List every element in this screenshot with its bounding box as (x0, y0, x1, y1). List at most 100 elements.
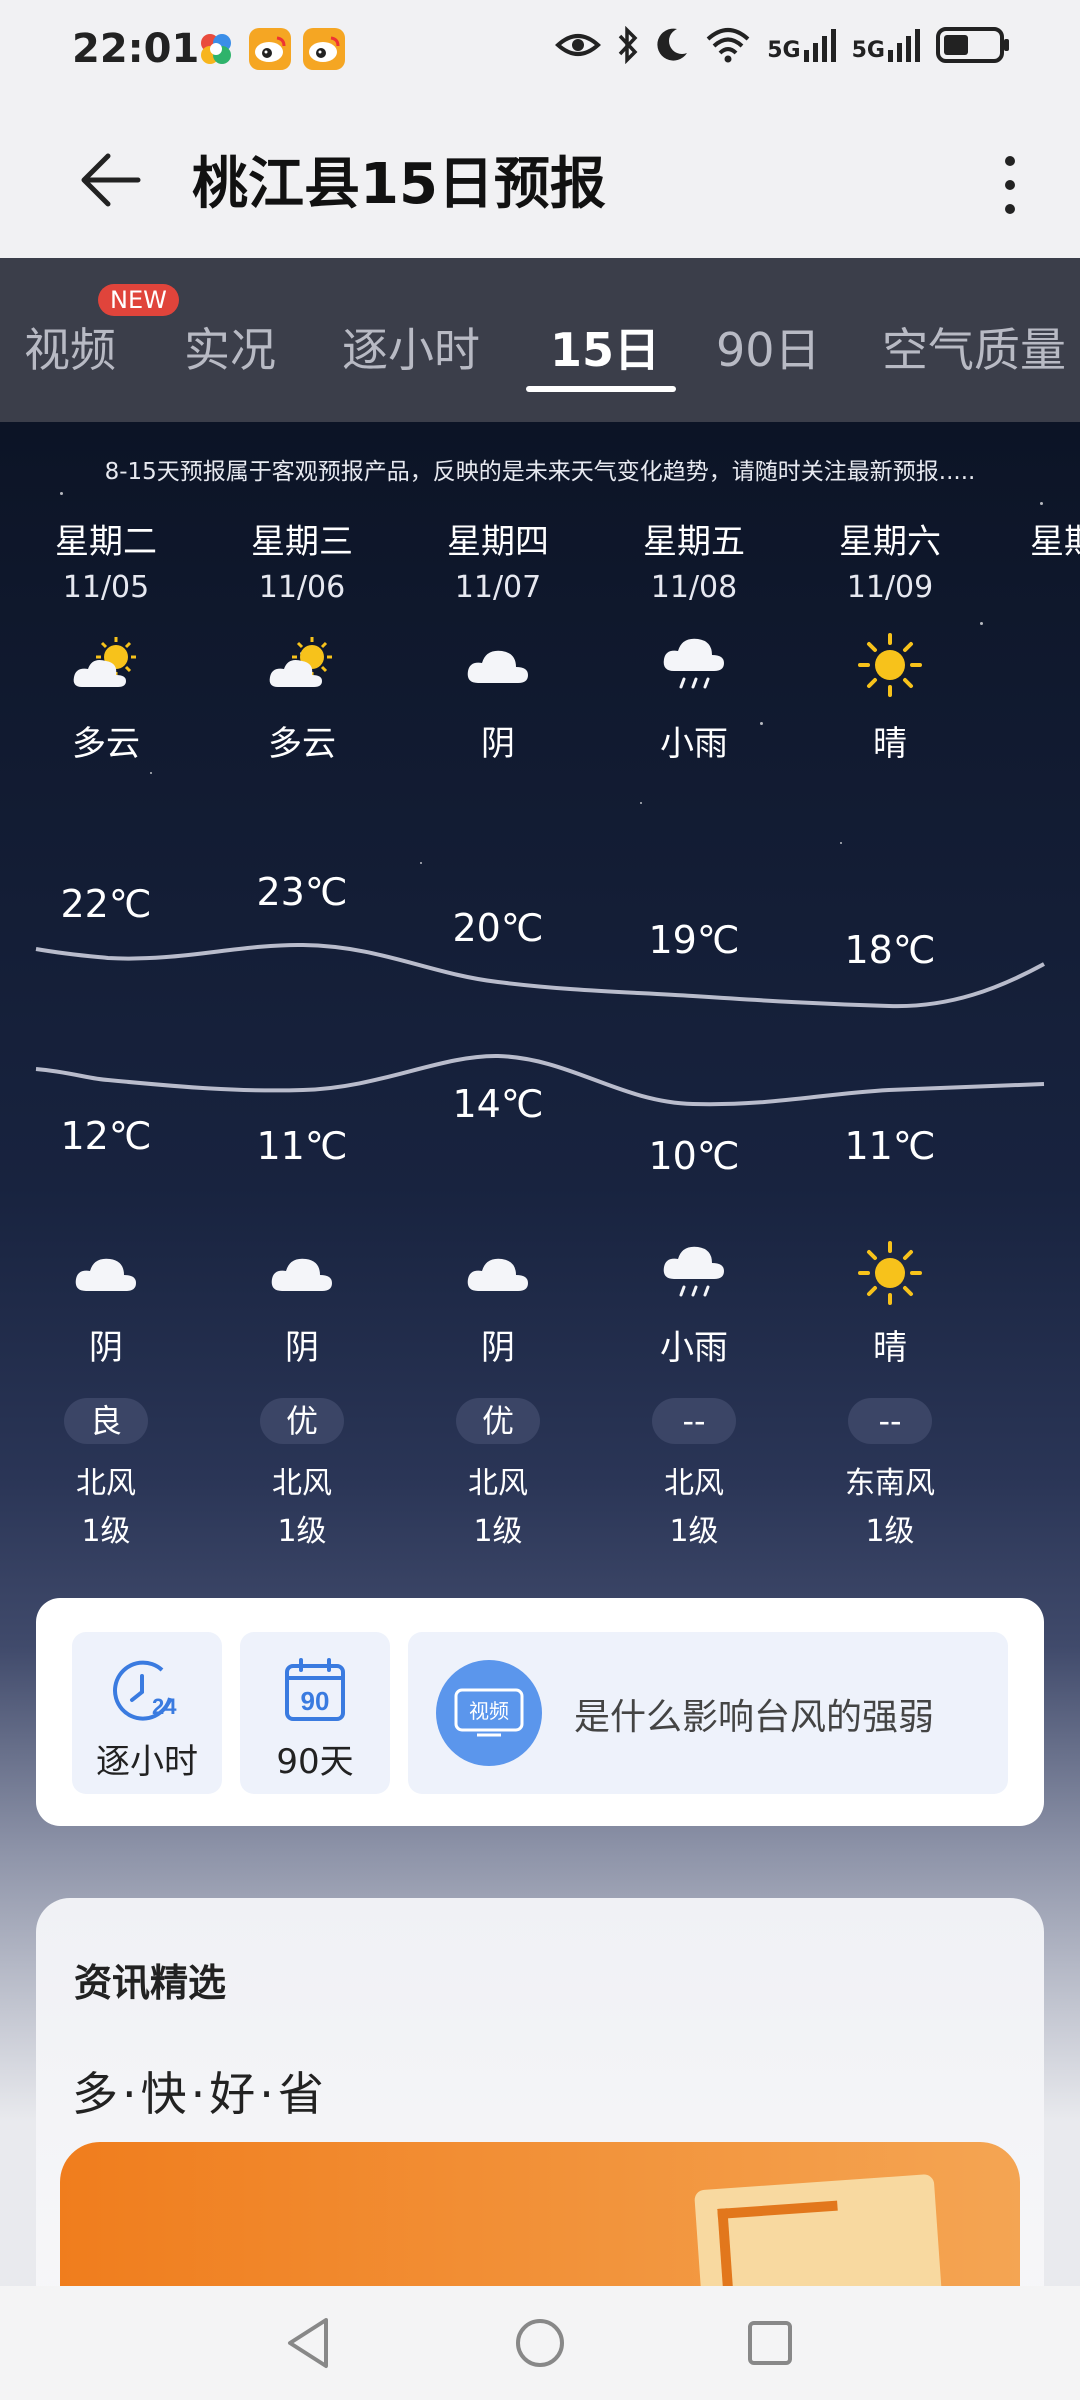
wind-direction: 北风 (664, 1466, 724, 1501)
nav-back-button[interactable] (276, 2311, 340, 2375)
night-condition: 小雨 (660, 1328, 728, 1368)
partly-cloudy-icon (16, 630, 196, 700)
weibo-icon (303, 28, 345, 70)
video-link[interactable]: 视频 是什么影响台风的强弱 (408, 1632, 1008, 1794)
forecast-day[interactable]: 星期六 11/09 晴 18℃ 11℃ 晴 -- 东南风 1级 (800, 422, 980, 1582)
signal-bars-icon (888, 29, 920, 62)
day-condition: 多云 (72, 724, 140, 764)
high-temp: 20℃ (452, 906, 544, 950)
more-options-button[interactable] (980, 140, 1040, 230)
high-temp: 23℃ (256, 870, 348, 914)
system-nav-bar (0, 2286, 1080, 2400)
weekday: 星期三 (251, 522, 353, 562)
status-bar: 22:01 5G 5G (0, 0, 1080, 110)
shortcut-card: 24 逐小时 90 90天 视频 是什么影响台风的强弱 (36, 1598, 1044, 1826)
signal-bars-icon (803, 29, 836, 62)
triangle-back-icon (288, 2318, 328, 2368)
weibo-icon (249, 28, 291, 70)
weekday: 星期六 (1030, 522, 1080, 562)
wind-direction: 东南风 (845, 1466, 935, 1501)
moon-icon (657, 28, 688, 61)
tab-air-quality[interactable]: 空气质量 (882, 314, 1066, 380)
video-badge-icon: 视频 (436, 1660, 542, 1766)
forecast-panel: 8-15天预报属于客观预报产品，反映的是未来天气变化趋势，请随时关注最新预报..… (0, 422, 1080, 2122)
calendar-90-text: 90 (301, 1686, 330, 1716)
ninety-label: 90天 (276, 1742, 354, 1782)
tab-90-day[interactable]: 90日 (716, 314, 821, 380)
tab-live[interactable]: 实况 (184, 314, 276, 380)
square-recents-icon (748, 2321, 792, 2365)
clock-24-text: 24 (152, 1694, 177, 1719)
hourly-shortcut-button[interactable]: 24 逐小时 (72, 1632, 222, 1794)
nav-recents-button[interactable] (738, 2311, 802, 2375)
partly-cloudy-icon (212, 630, 392, 700)
battery-icon (936, 27, 1009, 63)
forecast-day[interactable]: 星期二 11/05 多云 22℃ 12℃ 阴 良 北风 1级 (16, 422, 196, 1582)
low-temp: 12℃ (60, 1114, 152, 1158)
weekday: 星期六 (839, 522, 941, 562)
signal-2: 5G (852, 28, 920, 62)
notification-icons (195, 28, 345, 70)
weekday: 星期二 (55, 522, 157, 562)
video-badge-text: 视频 (469, 1699, 509, 1723)
video-title: 是什么影响台风的强弱 (574, 1697, 935, 1738)
aqi-badge: -- (848, 1398, 932, 1444)
low-temp: 11℃ (256, 1124, 348, 1168)
day-condition: 阴 (481, 724, 515, 764)
nav-home-button[interactable] (508, 2311, 572, 2375)
clock-24-icon: 24 (113, 1660, 177, 1721)
wind-direction: 北风 (76, 1466, 136, 1501)
sun-icon (800, 630, 980, 700)
app-bar: 桃江县15日预报 (0, 110, 1080, 258)
weekday: 星期五 (643, 522, 745, 562)
aqi-badge: -- (652, 1398, 736, 1444)
news-heading: 资讯精选 (74, 1961, 227, 2005)
cloud-icon (16, 1238, 196, 1308)
tab-hourly[interactable]: 逐小时 (342, 314, 480, 380)
low-temp: 11℃ (844, 1124, 936, 1168)
status-time: 22:01 (72, 26, 200, 72)
next-day-peek: 星期六 (1030, 514, 1080, 563)
news-card: 资讯精选 多·快·好·省 (36, 1898, 1044, 2318)
night-condition: 阴 (89, 1328, 123, 1368)
page-title: 桃江县15日预报 (192, 152, 606, 217)
ninety-day-shortcut-button[interactable]: 90 90天 (240, 1632, 390, 1794)
tab-video[interactable]: 视频 (24, 314, 116, 380)
forecast-day[interactable]: 星期三 11/06 多云 23℃ 11℃ 阴 优 北风 1级 (212, 422, 392, 1582)
tab-bar: 视频 NEW 实况 逐小时 15日 90日 空气质量 (0, 258, 1080, 422)
app-pinwheel-icon (195, 28, 237, 70)
high-temp: 22℃ (60, 882, 152, 926)
date: 11/08 (650, 570, 738, 605)
low-temp: 14℃ (452, 1082, 544, 1126)
aqi-badge: 优 (260, 1398, 344, 1444)
forecast-day[interactable]: 星期五 11/08 小雨 19℃ 10℃ 小雨 -- 北风 1级 (604, 422, 784, 1582)
sun-icon (800, 1238, 980, 1308)
day-condition: 多云 (268, 724, 336, 764)
wind-level: 1级 (277, 1514, 327, 1549)
cloud-icon (212, 1238, 392, 1308)
cloud-icon (408, 1238, 588, 1308)
network-type: 5G (767, 38, 801, 63)
wind-level: 1级 (865, 1514, 915, 1549)
forecast-day[interactable]: 星期四 11/07 阴 20℃ 14℃ 阴 优 北风 1级 (408, 422, 588, 1582)
night-condition: 晴 (873, 1328, 907, 1368)
aqi-badge: 优 (456, 1398, 540, 1444)
night-condition: 阴 (285, 1328, 319, 1368)
wifi-icon (706, 28, 750, 63)
tab-15-day[interactable]: 15日 (550, 314, 660, 380)
bluetooth-icon (618, 26, 638, 64)
back-button[interactable] (70, 140, 150, 220)
wind-direction: 北风 (468, 1466, 528, 1501)
date: 11/07 (454, 570, 542, 605)
light-rain-icon (604, 630, 784, 700)
light-rain-icon (604, 1238, 784, 1308)
wind-level: 1级 (473, 1514, 523, 1549)
active-tab-indicator (526, 386, 676, 392)
day-condition: 小雨 (660, 724, 728, 764)
circle-home-icon (516, 2319, 564, 2367)
wind-level: 1级 (81, 1514, 131, 1549)
cloud-icon (408, 630, 588, 700)
date: 11/06 (258, 570, 346, 605)
eye-icon (555, 34, 602, 56)
back-arrow-icon (81, 153, 141, 207)
